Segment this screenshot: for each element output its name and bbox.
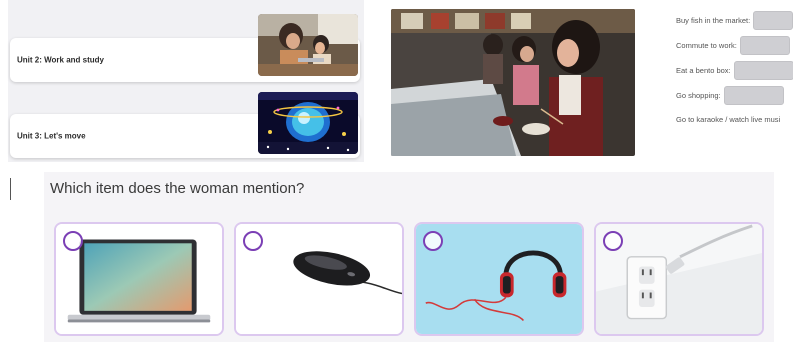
sushi-bar-diners-photo	[391, 9, 635, 156]
option-2-radio[interactable]	[243, 231, 263, 251]
form-row-buy-fish: Buy fish in the market:	[676, 11, 793, 30]
bento-label: Eat a bento box:	[676, 66, 731, 75]
option-3-radio[interactable]	[423, 231, 443, 251]
bento-input[interactable]	[733, 61, 793, 80]
activity-form: Buy fish in the market: Commute to work:…	[670, 0, 793, 162]
quiz-option-headphones[interactable]	[414, 222, 584, 336]
unit-3-title: Unit 3: Let's move	[17, 131, 86, 141]
option-1-radio[interactable]	[63, 231, 83, 251]
quiz-panel: Which item does the woman mention?	[44, 172, 774, 342]
form-row-bento: Eat a bento box:	[676, 61, 793, 80]
buy-fish-label: Buy fish in the market:	[676, 16, 751, 25]
shopping-label: Go shopping:	[676, 91, 721, 100]
form-row-commute: Commute to work:	[676, 36, 790, 55]
commute-input[interactable]	[739, 36, 790, 55]
commute-label: Commute to work:	[676, 41, 737, 50]
family-laptop-photo	[258, 14, 358, 76]
karaoke-label: Go to karaoke / watch live musi	[676, 115, 781, 124]
unit-2-thumbnail[interactable]	[258, 14, 358, 76]
quiz-option-laptop[interactable]	[54, 222, 224, 336]
option-4-radio[interactable]	[603, 231, 623, 251]
quiz-question: Which item does the woman mention?	[50, 180, 305, 197]
quiz-option-mouse[interactable]	[234, 222, 404, 336]
buy-fish-input[interactable]	[753, 11, 793, 30]
quiz-option-outlet[interactable]	[594, 222, 764, 336]
unit-3-thumbnail[interactable]	[258, 92, 358, 154]
unit-2-title: Unit 2: Work and study	[17, 55, 104, 65]
shopping-input[interactable]	[723, 86, 784, 105]
text-cursor	[10, 178, 11, 200]
form-row-shopping: Go shopping:	[676, 86, 784, 105]
concert-globe-photo	[258, 92, 358, 154]
video-frame[interactable]	[391, 9, 635, 156]
form-row-karaoke: Go to karaoke / watch live musi	[676, 115, 780, 124]
